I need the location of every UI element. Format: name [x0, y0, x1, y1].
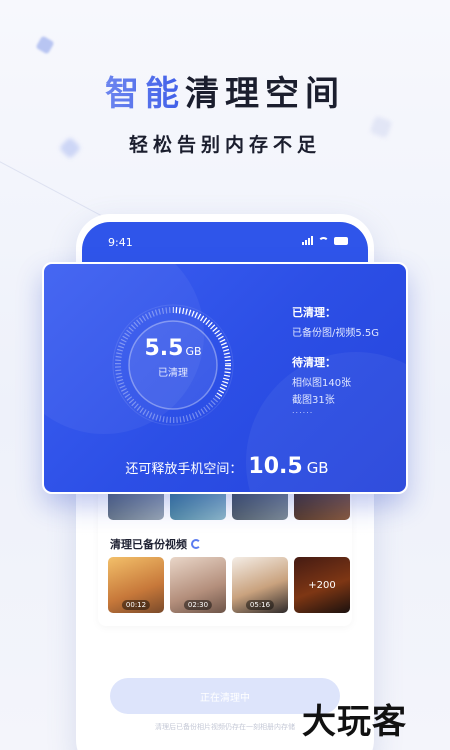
loading-icon — [191, 539, 201, 549]
wifi-icon — [318, 236, 329, 245]
pending-more: ...... — [292, 406, 314, 415]
pending-item: 相似图140张 — [292, 378, 352, 389]
cleanup-stats-card: 5.5 GB 已清理 已清理： 已备份图/视频5.5G 待清理： 相似图140张 … — [42, 262, 408, 494]
cleaned-item: 已备份图/视频5.5G — [292, 328, 380, 339]
section-title: 清理已备份视频 — [110, 536, 201, 552]
video-duration: 05:16 — [245, 600, 275, 610]
pending-item: 截图31张 — [292, 395, 335, 406]
video-thumbnail[interactable]: 02:30 — [170, 557, 226, 613]
video-duration: 02:30 — [183, 600, 213, 610]
signal-icon — [302, 236, 313, 245]
page-subtitle: 轻松告别内存不足 — [128, 134, 321, 156]
video-thumbnail[interactable]: 05:16 — [232, 557, 288, 613]
cleaned-heading: 已清理： — [292, 306, 336, 319]
release-value: 10.5 — [248, 454, 303, 479]
title-rest: 清理空间 — [185, 74, 345, 114]
gauge-unit: GB — [185, 345, 202, 358]
battery-icon — [334, 236, 348, 245]
pending-heading: 待清理： — [292, 356, 336, 369]
status-icons — [302, 236, 348, 245]
background-decoration — [35, 35, 55, 55]
release-space: 还可释放手机空间： 10.5 GB — [44, 454, 406, 479]
video-duration: 00:12 — [121, 600, 151, 610]
more-count: +200 — [294, 557, 350, 613]
gauge-number: 5.5 — [144, 336, 184, 361]
page-title: 智能清理空间 — [0, 66, 450, 115]
gauge-value: 5.5 GB — [108, 336, 238, 361]
title-accent: 智能 — [105, 74, 185, 114]
status-time: 9:41 — [108, 236, 133, 249]
more-thumbnail[interactable]: +200 — [294, 557, 350, 613]
release-unit: GB — [306, 459, 329, 477]
video-thumbnail-row: 00:12 02:30 05:16 +200 — [108, 557, 350, 613]
gauge-label: 已清理 — [158, 368, 188, 379]
section-title-text: 清理已备份视频 — [110, 538, 187, 551]
release-label: 还可释放手机空间： — [125, 462, 243, 477]
watermark-logo: 大玩客 — [302, 702, 407, 742]
video-thumbnail[interactable]: 00:12 — [108, 557, 164, 613]
